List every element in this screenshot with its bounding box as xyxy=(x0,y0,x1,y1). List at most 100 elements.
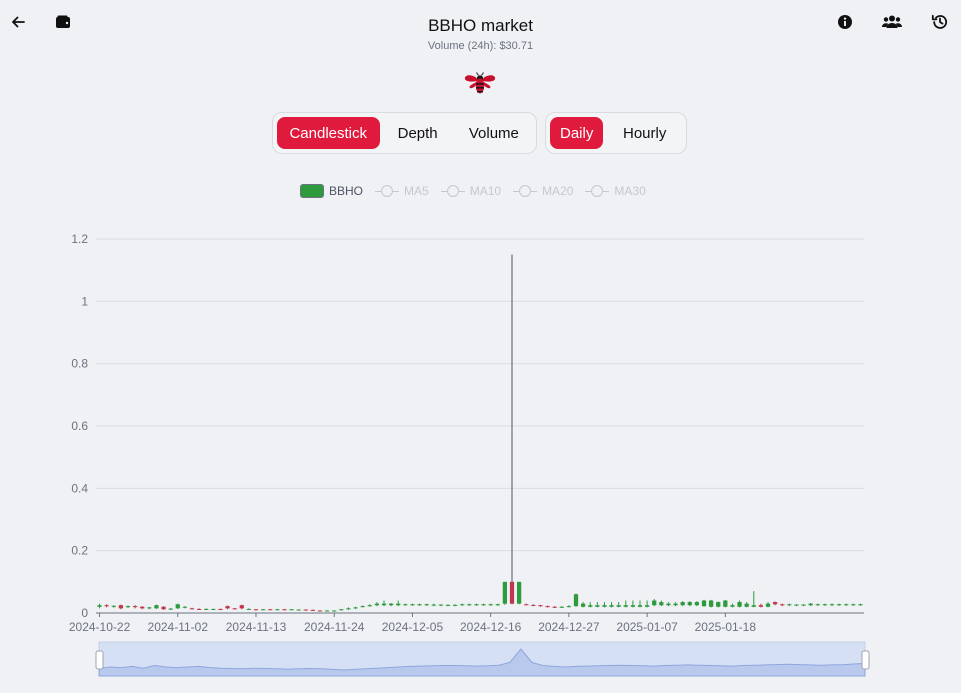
candle-body xyxy=(424,604,429,606)
candle-body xyxy=(310,609,316,611)
candle-body xyxy=(161,606,166,610)
candle-body xyxy=(253,609,259,611)
y-tick-label: 0.6 xyxy=(71,419,88,433)
candle-body xyxy=(481,604,486,606)
candle-body xyxy=(246,608,252,610)
candle-body xyxy=(147,607,152,609)
candle-body xyxy=(737,602,742,607)
candle-body xyxy=(410,604,415,606)
candle-body xyxy=(189,608,195,610)
candle-body xyxy=(708,600,714,607)
candle-body xyxy=(815,604,820,606)
candle-body xyxy=(595,605,600,607)
candle-body xyxy=(317,610,323,612)
candle-body xyxy=(794,604,799,606)
candle-body xyxy=(609,605,614,607)
candle-body xyxy=(467,604,472,606)
candle-body xyxy=(211,608,216,610)
candle-body xyxy=(196,608,202,610)
candle-body xyxy=(716,602,721,607)
candle-body xyxy=(275,609,280,611)
candle-body xyxy=(538,605,543,607)
candlestick-chart[interactable]: 0 0.2 0.4 0.6 0.8 1 1.2 2024-10-22 2024-11-02 202… xyxy=(0,0,961,693)
candle-body xyxy=(851,604,856,606)
candle-body xyxy=(388,603,394,606)
candle-body xyxy=(829,604,835,606)
candle-body xyxy=(694,602,700,606)
candle-body xyxy=(509,581,515,604)
candle-body xyxy=(225,606,230,609)
candle-body xyxy=(808,603,813,606)
candle-body xyxy=(282,609,287,611)
candle-body xyxy=(552,606,557,608)
candle-body xyxy=(623,605,628,607)
candle-body xyxy=(545,606,550,608)
candle-body xyxy=(580,603,586,607)
candle-body xyxy=(772,602,778,605)
x-tick-label: 2025-01-07 xyxy=(616,620,678,634)
zoom-handle-left[interactable] xyxy=(95,650,104,670)
candle-body xyxy=(111,605,116,607)
x-tick-label: 2024-12-27 xyxy=(538,620,600,634)
candle-body xyxy=(673,603,678,606)
candle-body xyxy=(381,603,387,606)
candle-body xyxy=(701,600,707,607)
candle-body xyxy=(303,609,308,611)
candle-body xyxy=(396,603,401,606)
x-tick-label: 2024-11-24 xyxy=(304,620,365,634)
candle-body xyxy=(474,604,479,606)
candle-body xyxy=(644,605,650,607)
candle-body xyxy=(858,604,863,606)
candle-body xyxy=(495,604,500,606)
candle-body xyxy=(630,605,636,607)
candle-body xyxy=(204,608,209,610)
y-tick-label: 0 xyxy=(81,606,88,620)
candle-body xyxy=(502,581,508,604)
candle-body xyxy=(787,604,792,606)
candle-body xyxy=(104,605,109,607)
candle-body xyxy=(566,606,572,608)
zoom-handle-right[interactable] xyxy=(861,650,870,670)
x-tick-label: 2024-10-22 xyxy=(69,620,131,634)
candle-body xyxy=(353,607,358,609)
candle-body xyxy=(182,606,188,608)
candle-body xyxy=(239,605,244,609)
candle-body xyxy=(445,604,451,606)
candle-body xyxy=(516,581,522,604)
candle-body xyxy=(573,594,579,607)
candle-body xyxy=(140,606,145,609)
candle-body xyxy=(324,610,330,612)
candle-body xyxy=(680,602,685,606)
candle-body xyxy=(438,604,444,606)
x-tick-label: 2024-11-02 xyxy=(148,620,209,634)
x-tick-label: 2024-12-16 xyxy=(460,620,522,634)
candle-body xyxy=(132,606,138,608)
candle-body xyxy=(374,603,380,606)
candle-body xyxy=(723,600,728,607)
candle-body xyxy=(652,600,657,606)
candle-body xyxy=(666,603,671,606)
candle-body xyxy=(296,609,301,611)
candle-body xyxy=(268,609,273,611)
candle-body xyxy=(360,606,365,608)
candle-body xyxy=(659,602,664,606)
candle-body xyxy=(780,604,785,606)
candle-body xyxy=(751,605,756,607)
candle-body xyxy=(488,604,493,606)
y-tick-label: 1 xyxy=(81,294,88,308)
candle-body xyxy=(730,605,735,607)
candle-body xyxy=(367,605,372,607)
candle-body xyxy=(687,602,692,606)
candle-body xyxy=(765,603,771,607)
y-tick-label: 0.8 xyxy=(71,357,88,371)
candle-body xyxy=(403,604,408,606)
candle-body xyxy=(260,609,266,611)
candle-body xyxy=(452,604,458,606)
candle-body xyxy=(168,608,173,610)
candle-body xyxy=(125,606,131,608)
x-tick-label: 2024-12-05 xyxy=(382,620,444,634)
candle-body xyxy=(218,608,223,610)
candle-body xyxy=(524,604,529,606)
candle-body xyxy=(97,605,102,607)
x-tick-label: 2024-11-13 xyxy=(226,620,287,634)
